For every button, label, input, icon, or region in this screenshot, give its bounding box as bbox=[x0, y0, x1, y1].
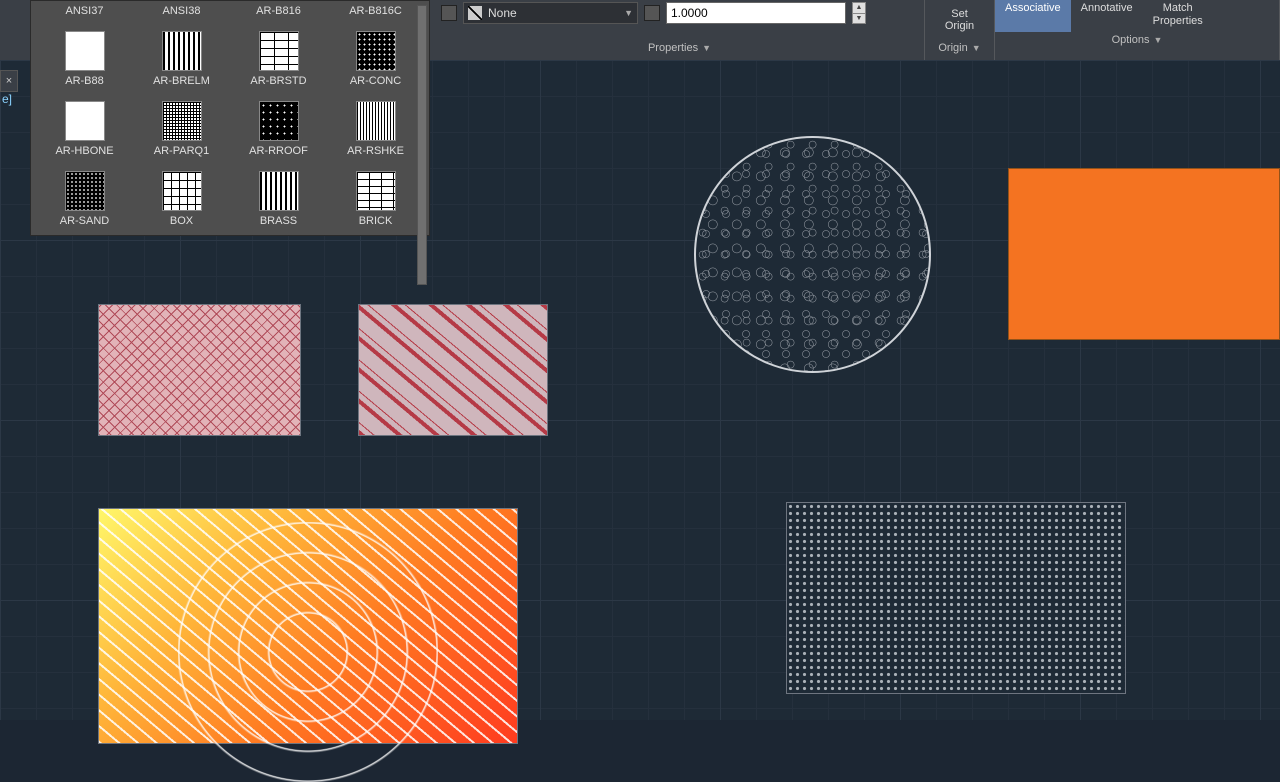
spinner-down-icon[interactable]: ▼ bbox=[853, 14, 865, 24]
hatch-color-label: None bbox=[488, 6, 517, 20]
pattern-brick[interactable]: BRICK bbox=[330, 171, 421, 227]
options-panel-label[interactable]: Options ▼ bbox=[995, 32, 1279, 48]
swatch-icon bbox=[356, 101, 396, 141]
hatch-color-icon[interactable] bbox=[441, 5, 457, 21]
spinner-up-icon[interactable]: ▲ bbox=[853, 3, 865, 14]
pattern-brass[interactable]: BRASS bbox=[233, 171, 324, 227]
swatch-icon bbox=[65, 171, 105, 211]
close-icon: × bbox=[6, 75, 12, 87]
chevron-down-icon: ▼ bbox=[1154, 35, 1163, 45]
pattern-ar-parq1[interactable]: AR-PARQ1 bbox=[136, 101, 227, 157]
swatch-icon bbox=[65, 31, 105, 71]
pattern-ar-rshke[interactable]: AR-RSHKE bbox=[330, 101, 421, 157]
transparency-input[interactable]: 1.0000 bbox=[666, 2, 846, 24]
swatch-icon bbox=[259, 101, 299, 141]
pattern-ar-brelm[interactable]: AR-BRELM bbox=[136, 31, 227, 87]
transparency-value: 1.0000 bbox=[671, 6, 708, 20]
pattern-ar-b816c[interactable]: AR-B816C bbox=[330, 5, 421, 17]
pattern-ansi38[interactable]: ANSI38 bbox=[136, 5, 227, 17]
swatch-icon bbox=[162, 171, 202, 211]
hatched-circle-voronoi[interactable] bbox=[694, 136, 931, 373]
pattern-ansi37[interactable]: ANSI37 bbox=[39, 5, 130, 17]
origin-panel-label[interactable]: Origin ▼ bbox=[938, 40, 980, 56]
associative-button[interactable]: Associative bbox=[995, 0, 1071, 32]
gradient-rect-rings[interactable] bbox=[98, 508, 518, 744]
properties-panel-label[interactable]: Properties ▼ bbox=[441, 40, 918, 56]
solid-rect-orange[interactable] bbox=[1008, 168, 1280, 340]
none-swatch-icon bbox=[468, 6, 482, 20]
pattern-ar-hbone[interactable]: AR-HBONE bbox=[39, 101, 130, 157]
swatch-icon bbox=[162, 31, 202, 71]
set-origin-button[interactable]: Set Origin bbox=[945, 0, 974, 40]
match-properties-button[interactable]: Match Properties bbox=[1143, 0, 1213, 32]
pattern-ar-brstd[interactable]: AR-BRSTD bbox=[233, 31, 324, 87]
swatch-icon bbox=[65, 101, 105, 141]
pattern-ar-rroof[interactable]: AR-RROOF bbox=[233, 101, 324, 157]
hatched-rect-dots[interactable] bbox=[786, 502, 1126, 694]
hatch-pattern-gallery: ANSI37 ANSI38 AR-B816 AR-B816C AR-B88 AR… bbox=[30, 0, 430, 236]
pattern-box[interactable]: BOX bbox=[136, 171, 227, 227]
transparency-spinner[interactable]: ▲ ▼ bbox=[852, 2, 866, 24]
pattern-ar-b88[interactable]: AR-B88 bbox=[39, 31, 130, 87]
pattern-ar-sand[interactable]: AR-SAND bbox=[39, 171, 130, 227]
hatched-rect-crosshatch[interactable] bbox=[98, 304, 301, 436]
swatch-icon bbox=[356, 31, 396, 71]
gallery-scrollbar[interactable] bbox=[417, 5, 427, 285]
pattern-ar-b816[interactable]: AR-B816 bbox=[233, 5, 324, 17]
swatch-icon bbox=[162, 101, 202, 141]
file-tab-close[interactable]: × bbox=[0, 70, 18, 92]
file-tab-label[interactable]: e] bbox=[0, 92, 12, 106]
hatch-color-dropdown[interactable]: None ▼ bbox=[463, 2, 638, 24]
chevron-down-icon: ▼ bbox=[702, 43, 711, 53]
pattern-ar-conc[interactable]: AR-CONC bbox=[330, 31, 421, 87]
chevron-down-icon: ▼ bbox=[972, 43, 981, 53]
hatched-rect-diagonal[interactable] bbox=[358, 304, 548, 436]
transparency-icon[interactable] bbox=[644, 5, 660, 21]
swatch-icon bbox=[259, 31, 299, 71]
annotative-button[interactable]: Annotative bbox=[1071, 0, 1143, 32]
swatch-icon bbox=[259, 171, 299, 211]
swatch-icon bbox=[356, 171, 396, 211]
chevron-down-icon: ▼ bbox=[624, 8, 633, 18]
